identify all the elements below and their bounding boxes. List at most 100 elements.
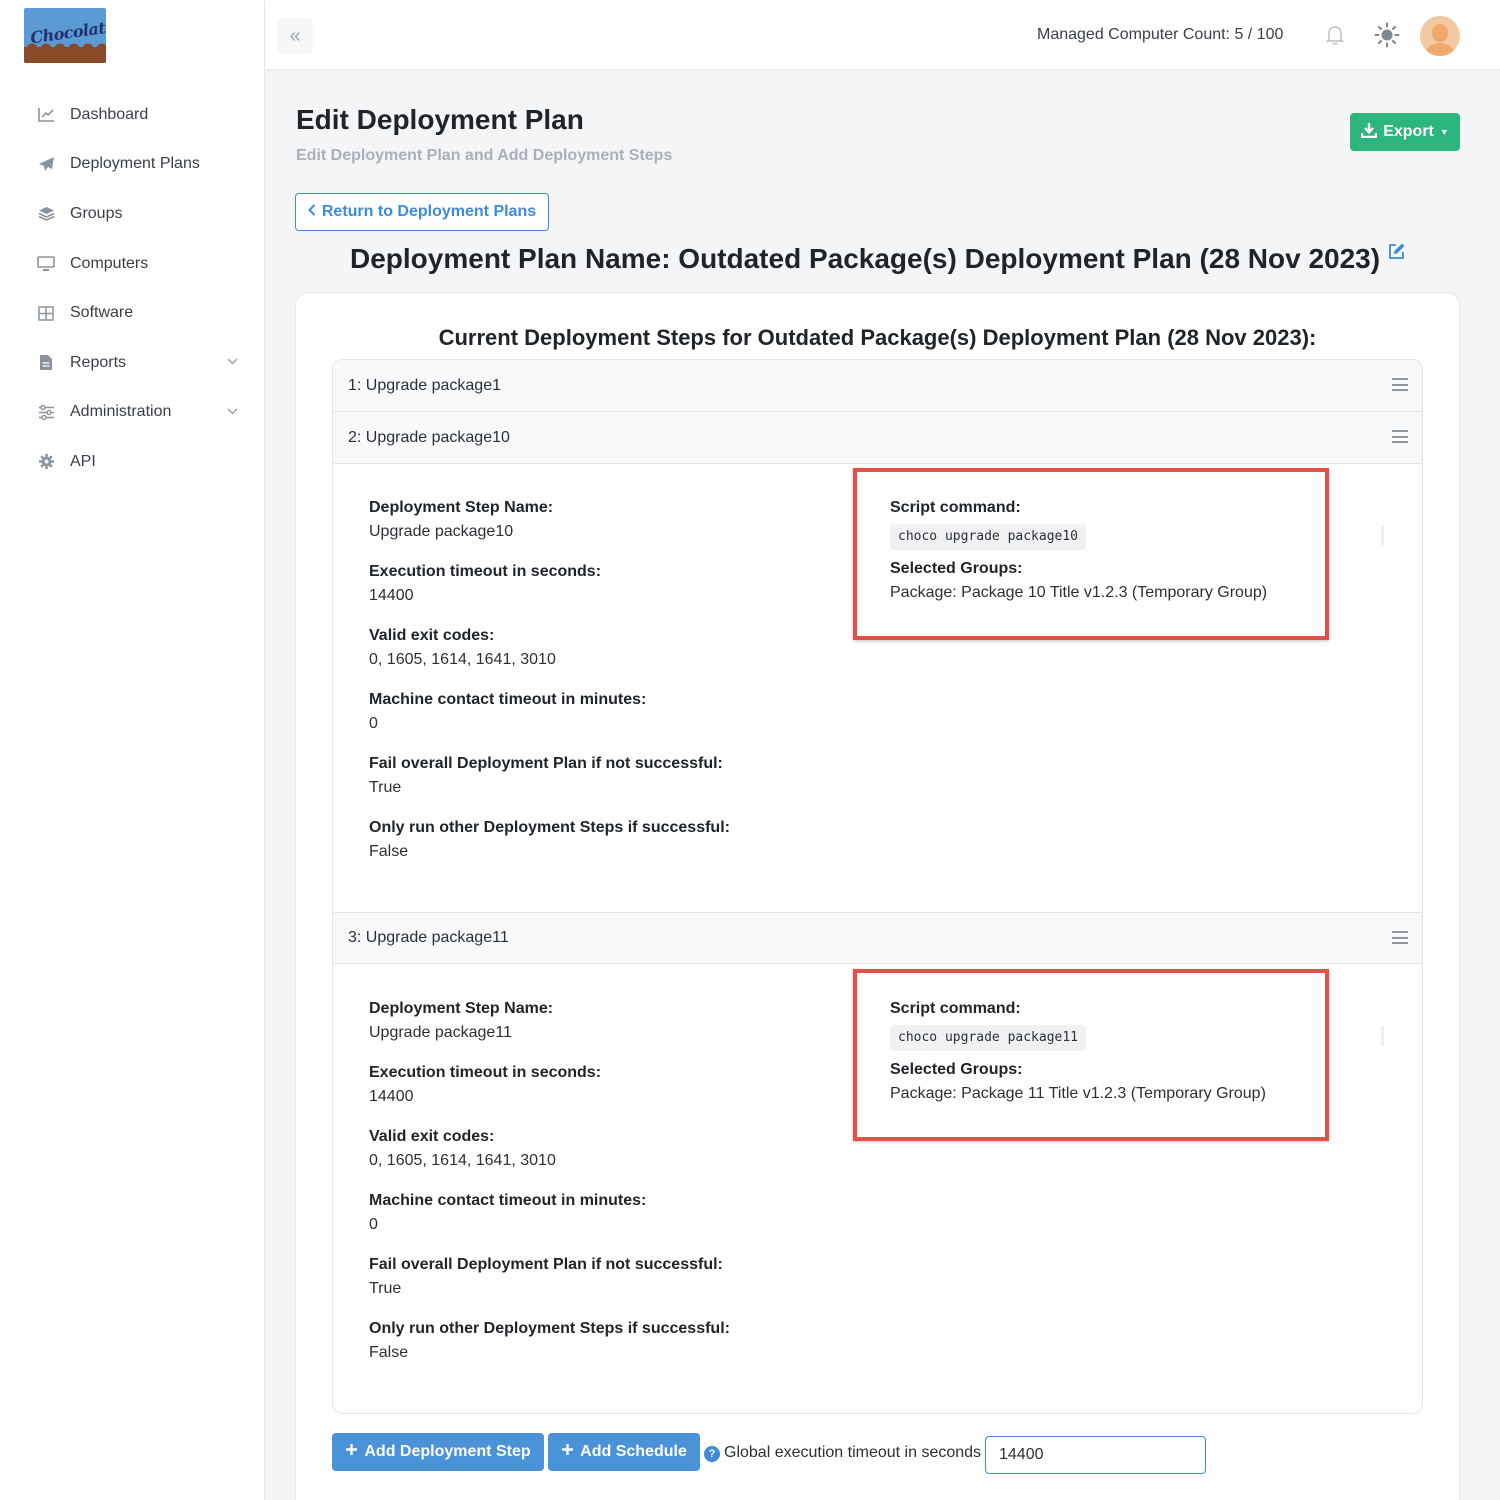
fail-overall-field: Fail overall Deployment Plan if not succ… xyxy=(369,752,723,800)
field-value: True xyxy=(369,779,402,796)
highlight-box xyxy=(853,468,1329,640)
export-label: Export xyxy=(1383,123,1434,140)
add-step-label: Add Deployment Step xyxy=(364,1443,531,1460)
field-value: 0, 1605, 1614, 1641, 3010 xyxy=(369,1152,556,1169)
add-schedule-label: Add Schedule xyxy=(580,1443,687,1460)
user-avatar[interactable] xyxy=(1420,16,1460,56)
deployment-steps-heading: Current Deployment Steps for Outdated Pa… xyxy=(438,325,1317,350)
field-value: 14400 xyxy=(369,587,414,604)
field-value: 0 xyxy=(369,715,378,732)
grid-icon xyxy=(36,303,56,323)
step-header-label: 2: Upgrade package10 xyxy=(348,428,510,446)
sidebar-nav: Dashboard Deployment Plans Groups Comput… xyxy=(0,90,264,487)
return-label: Return to Deployment Plans xyxy=(321,203,537,220)
field-label: Only run other Deployment Steps if succe… xyxy=(369,819,730,836)
drag-handle-icon[interactable] xyxy=(1392,378,1408,392)
only-run-field: Only run other Deployment Steps if succe… xyxy=(369,816,730,864)
field-value: 0, 1605, 1614, 1641, 3010 xyxy=(369,651,556,668)
bell-icon[interactable] xyxy=(1325,24,1345,46)
sidebar-item-dashboard[interactable]: Dashboard xyxy=(0,90,264,140)
sidebar-item-label: API xyxy=(70,452,96,470)
execution-timeout-field: Execution timeout in seconds: 14400 xyxy=(369,560,601,608)
avatar-head-shape xyxy=(1432,24,1448,42)
double-chevron-left-icon: « xyxy=(289,24,301,47)
deployment-plan-name: Deployment Plan Name: Outdated Package(s… xyxy=(350,243,1381,274)
field-value: Upgrade package10 xyxy=(369,523,514,540)
sidebar-item-label: Computers xyxy=(70,254,149,272)
page-subtitle: Edit Deployment Plan and Add Deployment … xyxy=(296,147,673,164)
step-name-field: Deployment Step Name: Upgrade package10 xyxy=(369,496,553,544)
step-header-3[interactable]: 3: Upgrade package11 xyxy=(333,912,1422,964)
chevron-down-icon xyxy=(227,406,238,418)
field-label: Execution timeout in seconds: xyxy=(369,1064,602,1081)
field-value: Upgrade package11 xyxy=(369,1024,512,1041)
global-timeout-label: Global execution timeout in seconds xyxy=(724,1444,982,1461)
paper-plane-icon xyxy=(36,154,56,174)
collapse-sidebar-button[interactable]: « xyxy=(277,18,313,54)
sidebar-item-computers[interactable]: Computers xyxy=(0,239,264,289)
field-label: Only run other Deployment Steps if succe… xyxy=(369,1320,730,1337)
gear-icon xyxy=(36,452,56,472)
machine-contact-timeout-field: Machine contact timeout in minutes: 0 xyxy=(369,688,646,736)
chevron-down-icon xyxy=(227,356,238,368)
chocolatey-logo[interactable]: Chocolatey xyxy=(24,8,106,63)
field-label: Valid exit codes: xyxy=(369,627,495,644)
field-label: Machine contact timeout in minutes: xyxy=(369,1192,647,1209)
sun-icon[interactable] xyxy=(1374,22,1400,48)
field-label: Deployment Step Name: xyxy=(369,499,554,516)
sidebar-item-label: Software xyxy=(70,304,134,322)
step-name-field: Deployment Step Name: Upgrade package11 xyxy=(369,997,553,1045)
add-schedule-button[interactable]: Add Schedule xyxy=(548,1433,700,1471)
sidebar-item-api[interactable]: API xyxy=(0,437,264,487)
scroll-indicator xyxy=(1381,1026,1384,1046)
return-to-deployment-plans-button[interactable]: Return to Deployment Plans xyxy=(295,193,549,231)
edit-icon[interactable] xyxy=(1388,242,1406,260)
fail-overall-field: Fail overall Deployment Plan if not succ… xyxy=(369,1253,723,1301)
step-header-1[interactable]: 1: Upgrade package1 xyxy=(333,360,1422,412)
scroll-indicator xyxy=(1381,525,1384,545)
step-header-label: 3: Upgrade package11 xyxy=(348,929,509,946)
download-icon xyxy=(1361,122,1378,143)
field-label: Deployment Step Name: xyxy=(369,1000,554,1017)
field-label: Fail overall Deployment Plan if not succ… xyxy=(369,1256,723,1273)
valid-exit-codes-field: Valid exit codes: 0, 1605, 1614, 1641, 3… xyxy=(369,624,556,672)
logo-drip-decoration xyxy=(24,41,106,63)
field-label: Execution timeout in seconds: xyxy=(369,563,602,580)
sidebar-item-administration[interactable]: Administration xyxy=(0,388,264,438)
plus-icon xyxy=(561,1443,574,1461)
managed-computer-count: Managed Computer Count: 5 / 100 xyxy=(1037,26,1284,43)
sidebar-item-groups[interactable]: Groups xyxy=(0,189,264,239)
avatar-body-shape xyxy=(1426,43,1454,56)
sidebar-item-label: Deployment Plans xyxy=(70,155,200,173)
sidebar-item-deployment-plans[interactable]: Deployment Plans xyxy=(0,140,264,190)
field-value: False xyxy=(369,843,409,860)
desktop-icon xyxy=(36,254,56,274)
sidebar-item-label: Groups xyxy=(70,204,123,222)
add-deployment-step-button[interactable]: Add Deployment Step xyxy=(332,1433,544,1471)
global-timeout-input[interactable] xyxy=(985,1436,1206,1474)
drag-handle-icon[interactable] xyxy=(1392,931,1408,945)
step-header-label: 1: Upgrade package1 xyxy=(348,376,501,394)
layers-icon xyxy=(36,204,56,224)
chart-line-icon xyxy=(36,105,56,125)
caret-down-icon: ▼ xyxy=(1439,127,1449,137)
export-button[interactable]: Export ▼ xyxy=(1350,113,1460,151)
field-label: Machine contact timeout in minutes: xyxy=(369,691,647,708)
question-circle-icon[interactable]: ? xyxy=(704,1446,720,1462)
field-label: Valid exit codes: xyxy=(369,1128,495,1145)
sidebar-item-label: Reports xyxy=(70,353,127,371)
valid-exit-codes-field: Valid exit codes: 0, 1605, 1614, 1641, 3… xyxy=(369,1125,556,1173)
sidebar-item-label: Dashboard xyxy=(70,105,149,123)
step-header-2[interactable]: 2: Upgrade package10 xyxy=(333,412,1422,464)
execution-timeout-field: Execution timeout in seconds: 14400 xyxy=(369,1061,601,1109)
field-value: True xyxy=(369,1280,402,1297)
sidebar-item-label: Administration xyxy=(70,403,172,421)
field-value: 14400 xyxy=(369,1088,414,1105)
highlight-box xyxy=(853,969,1329,1141)
top-bar: « Managed Computer Count: 5 / 100 xyxy=(265,0,1500,70)
only-run-field: Only run other Deployment Steps if succe… xyxy=(369,1317,730,1365)
sidebar: Chocolatey Dashboard Deployment Plans Gr… xyxy=(0,0,265,1500)
field-value: 0 xyxy=(369,1216,378,1233)
drag-handle-icon[interactable] xyxy=(1392,430,1408,444)
page-title: Edit Deployment Plan xyxy=(296,104,584,135)
